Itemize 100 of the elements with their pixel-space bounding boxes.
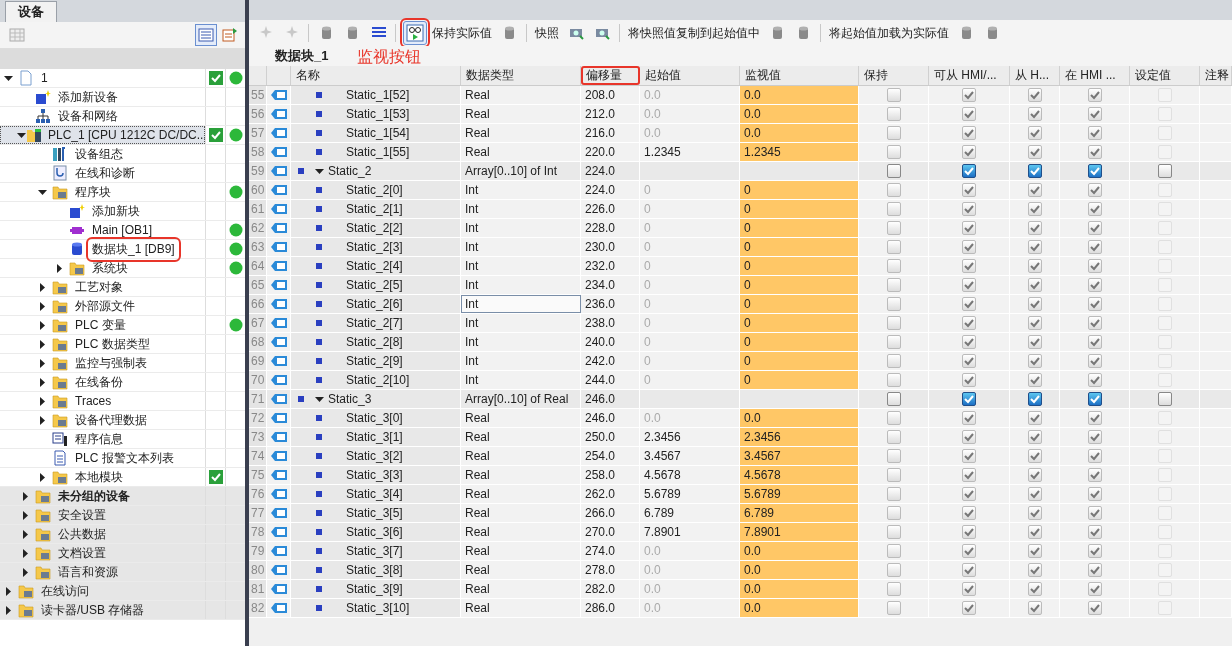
network-icon	[35, 108, 51, 124]
tag-icon	[269, 602, 288, 614]
table-cell: 0	[740, 200, 859, 218]
collapsed-arrow-icon[interactable]	[38, 396, 47, 406]
tree-item[interactable]: 在线和诊断	[72, 163, 138, 183]
expanded-arrow-icon[interactable]	[314, 394, 324, 404]
tree-item[interactable]: PLC 数据类型	[72, 334, 153, 354]
column-header[interactable]: 设定值	[1130, 66, 1200, 85]
column-header[interactable]: 注释	[1200, 66, 1232, 85]
folder-icon	[35, 564, 51, 580]
table-cell: 224.0	[581, 162, 640, 180]
tree-item[interactable]: 设备和网络	[55, 106, 121, 126]
column-header[interactable]: 保持	[859, 66, 929, 85]
tree-item[interactable]: 数据块_1 [DB9]	[89, 239, 178, 259]
column-header[interactable]: 监视值	[740, 66, 859, 85]
tree-item[interactable]: 在线备份	[72, 372, 126, 392]
folder-icon	[52, 393, 68, 409]
collapsed-arrow-icon[interactable]	[38, 358, 47, 368]
collapsed-arrow-icon[interactable]	[21, 567, 30, 577]
tree-item[interactable]: 添加新设备	[55, 87, 121, 107]
collapsed-arrow-icon[interactable]	[4, 586, 13, 596]
tree-item[interactable]: 系统块	[89, 258, 131, 278]
checkbox[interactable]	[886, 392, 901, 406]
tree-item[interactable]: 设备组态	[72, 144, 126, 164]
tree-item[interactable]: 工艺对象	[72, 277, 126, 297]
checkbox[interactable]	[962, 392, 976, 406]
tag-icon	[269, 507, 288, 519]
table-cell: 0.0	[740, 105, 859, 123]
column-header[interactable]: 从 H...	[1010, 66, 1060, 85]
column-header[interactable]: 名称	[291, 66, 461, 85]
table-cell: Int	[461, 371, 581, 389]
tree-item[interactable]: 添加新块	[89, 201, 143, 221]
expanded-arrow-icon[interactable]	[38, 187, 47, 197]
tree-item[interactable]: 程序信息	[72, 429, 126, 449]
collapsed-arrow-icon[interactable]	[4, 605, 13, 615]
line-number: 70	[249, 371, 267, 389]
column-header[interactable]: 数据类型	[461, 66, 581, 85]
table-cell: 0.0	[740, 542, 859, 560]
column-header[interactable]: 在 HMI ...	[1060, 66, 1130, 85]
expanded-arrow-icon[interactable]	[17, 130, 26, 140]
tree-item[interactable]: 1	[38, 70, 51, 86]
tree-item[interactable]: 本地模块	[72, 467, 126, 487]
tree-item[interactable]: 设备代理数据	[72, 410, 150, 430]
monitor-button[interactable]	[403, 21, 427, 45]
collapsed-arrow-icon[interactable]	[21, 548, 30, 558]
tree-item[interactable]: 外部源文件	[72, 296, 138, 316]
table-cell: 7.8901	[740, 523, 859, 541]
line-number: 57	[249, 124, 267, 142]
tree-item[interactable]: PLC_1 [CPU 1212C DC/DC...	[45, 127, 210, 143]
collapsed-arrow-icon[interactable]	[21, 510, 30, 520]
panel-tab[interactable]: 设备	[5, 1, 57, 22]
checkbox[interactable]	[886, 164, 901, 178]
table-cell: Static_3[5]	[346, 506, 403, 520]
collapsed-arrow-icon[interactable]	[38, 320, 47, 330]
table-cell: Static_3[1]	[346, 430, 403, 444]
folder-icon	[18, 583, 34, 599]
expanded-arrow-icon[interactable]	[4, 73, 13, 83]
line-number: 66	[249, 295, 267, 313]
table-cell: Int	[461, 314, 581, 332]
checkbox[interactable]	[1087, 392, 1102, 406]
collapsed-arrow-icon[interactable]	[21, 529, 30, 539]
collapsed-arrow-icon[interactable]	[38, 339, 47, 349]
checkbox[interactable]	[1087, 164, 1102, 178]
column-header[interactable]: 可从 HMI/...	[929, 66, 1010, 85]
tree-item[interactable]: Traces	[72, 393, 115, 409]
toolbar-button[interactable]: 快照	[532, 22, 562, 44]
checkbox[interactable]	[1157, 392, 1172, 406]
checkbox[interactable]	[962, 164, 976, 178]
table-cell: Int	[461, 333, 581, 351]
folder-icon	[52, 298, 68, 314]
tree-item[interactable]: PLC 报警文本列表	[72, 448, 177, 468]
collapsed-arrow-icon[interactable]	[21, 491, 30, 501]
tree-item[interactable]: PLC 变量	[72, 315, 129, 335]
toolbar-button[interactable]: 将快照值复制到起始值中	[625, 22, 763, 44]
table-cell: Static_3[10]	[346, 601, 410, 615]
collapsed-arrow-icon[interactable]	[38, 377, 47, 387]
collapsed-arrow-icon[interactable]	[38, 282, 47, 292]
tag-icon	[269, 222, 288, 234]
table-cell: Int	[461, 181, 581, 199]
tree-item[interactable]: 监控与强制表	[72, 353, 150, 373]
tree-item[interactable]: Main [OB1]	[89, 222, 156, 238]
table-cell: 0	[740, 276, 859, 294]
tag-icon	[269, 583, 288, 595]
table-cell: Static_2[0]	[346, 183, 403, 197]
column-header[interactable]: 偏移量	[581, 66, 640, 85]
toolbar-button[interactable]: 保持实际值	[429, 22, 495, 44]
tree-item[interactable]: 程序块	[72, 182, 114, 202]
checkbox[interactable]	[1027, 164, 1042, 178]
collapsed-arrow-icon[interactable]	[38, 301, 47, 311]
toolbar-button[interactable]: 将起始值加载为实际值	[826, 22, 952, 44]
column-header[interactable]: 起始值	[640, 66, 740, 85]
checkbox[interactable]	[1157, 164, 1172, 178]
table-cell: 3.4567	[740, 447, 859, 465]
collapsed-arrow-icon[interactable]	[55, 263, 64, 273]
collapsed-arrow-icon[interactable]	[38, 415, 47, 425]
collapsed-arrow-icon[interactable]	[38, 472, 47, 482]
expanded-arrow-icon[interactable]	[314, 166, 324, 176]
toolbar-button[interactable]	[195, 24, 217, 46]
table-cell: Real	[461, 485, 581, 503]
checkbox[interactable]	[1027, 392, 1042, 406]
